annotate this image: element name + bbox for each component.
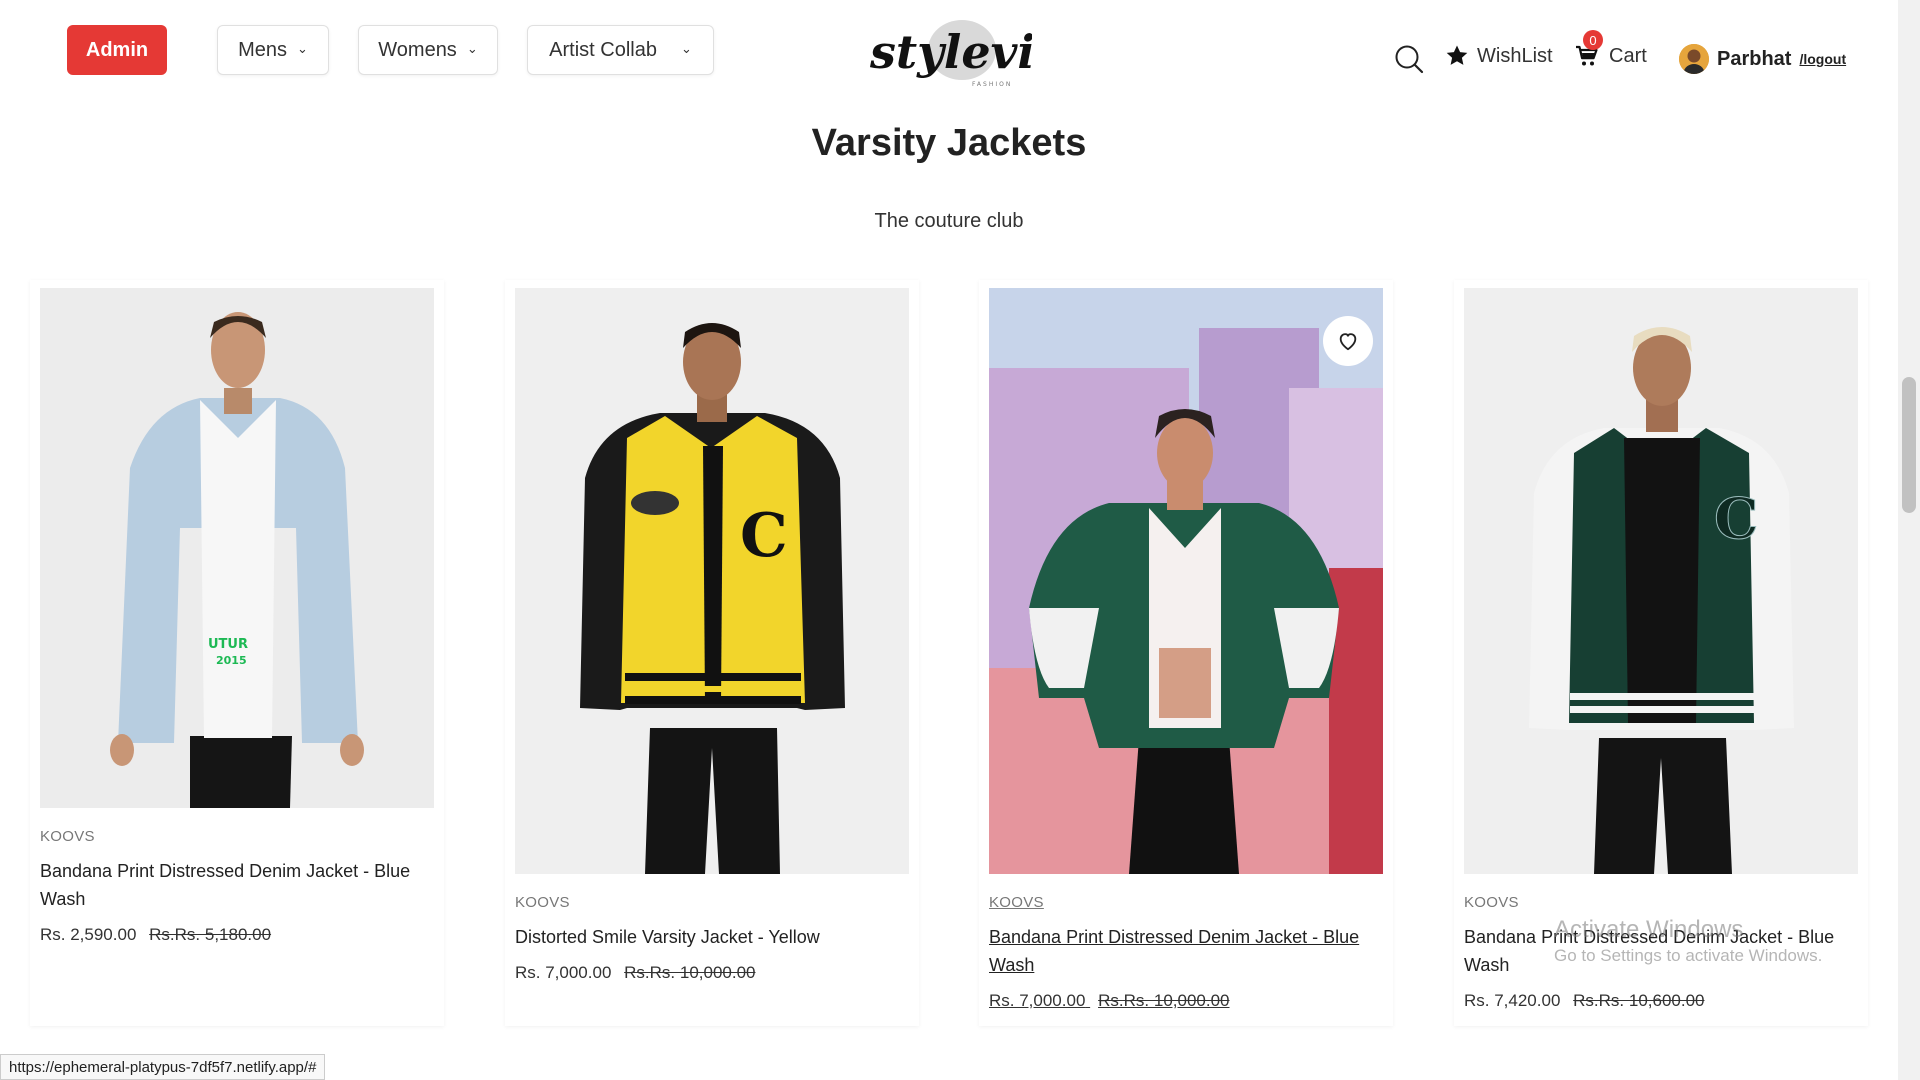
chevron-down-icon: ⌄ [680,41,692,56]
product-old-price: Rs.Rs. 10,000.00 [1098,991,1230,1010]
activate-windows-watermark: Activate Windows Go to Settings to activ… [1554,916,1822,966]
product-price: Rs. 7,000.00 [515,963,612,982]
logout-link[interactable]: /logout [1799,51,1846,67]
svg-text:2015: 2015 [216,654,247,667]
site-logo[interactable]: stylevibe FASHION [862,10,1096,100]
product-card[interactable]: KOOVS Bandana Print Distressed Denim Jac… [979,280,1393,1026]
product-brand: KOOVS [40,828,95,845]
section-subtitle: The couture club [874,210,1024,232]
product-price-row: Rs. 7,000.00 Rs.Rs. 10,000.00 [989,991,1383,1011]
product-old-price: Rs.Rs. 10,000.00 [624,963,756,982]
username: Parbhat [1717,47,1792,70]
product-price: Rs. 2,590.00 [40,925,137,944]
cart-icon-wrap: 0 [1575,30,1603,68]
section-title: Varsity Jackets [811,122,1087,164]
product-image[interactable] [989,288,1383,874]
star-icon [1446,45,1468,65]
cart-link[interactable]: 0 Cart [1575,30,1647,68]
cart-label: Cart [1609,44,1647,67]
search-icon[interactable] [1394,44,1424,74]
user-menu[interactable]: Parbhat /logout [1679,44,1846,74]
chevron-down-icon: ⌄ [297,41,308,56]
wishlist-label: WishList [1477,44,1553,67]
watermark-line-2: Go to Settings to activate Windows. [1554,946,1823,965]
nav-mens-label: Mens [238,38,287,61]
product-price: Rs. 7,420.00 [1464,991,1561,1010]
nav-mens-dropdown[interactable]: Mens ⌄ [217,25,329,75]
product-card[interactable]: UTUR 2015 KOOVS Bandana Print Distressed… [30,280,444,1026]
svg-text:UTUR: UTUR [208,637,248,652]
logo-subtext: FASHION [972,81,1012,88]
product-brand: KOOVS [1464,894,1519,911]
nav-artist-collab-dropdown[interactable]: Artist Collab ⌄ [527,25,714,75]
svg-text:C: C [740,501,788,571]
nav-womens-dropdown[interactable]: Womens ⌄ [358,25,498,75]
page-scrollbar[interactable] [1898,0,1920,1080]
product-name[interactable]: Bandana Print Distressed Denim Jacket - … [40,857,434,913]
product-old-price: Rs.Rs. 10,600.00 [1573,991,1705,1010]
product-price-row: Rs. 7,000.00 Rs.Rs. 10,000.00 [515,963,909,983]
product-name[interactable]: Bandana Print Distressed Denim Jacket - … [989,923,1383,979]
scrollbar-thumb[interactable] [1902,377,1916,513]
wishlist-heart-button[interactable] [1323,316,1373,366]
product-brand: KOOVS [515,894,570,911]
heart-icon [1339,333,1357,351]
product-image[interactable]: UTUR 2015 [40,288,434,808]
svg-text:C: C [1714,486,1759,552]
nav-artist-collab-label: Artist Collab [549,38,657,61]
product-price-row: Rs. 2,590.00 Rs.Rs. 5,180.00 [40,925,434,945]
wishlist-link[interactable]: WishList [1445,44,1553,68]
product-price: Rs. 7,000.00 [989,991,1086,1010]
product-name[interactable]: Distorted Smile Varsity Jacket - Yellow [515,923,909,951]
watermark-line-1: Activate Windows [1554,916,1744,943]
product-brand: KOOVS [989,894,1044,911]
admin-button[interactable]: Admin [67,25,167,75]
cart-count-badge: 0 [1583,30,1603,50]
product-card[interactable]: C KOOVS Bandana Print Distressed Denim J… [1454,280,1868,1026]
chevron-down-icon: ⌄ [466,41,478,56]
logo-text: stylevibe [869,25,1032,79]
product-card[interactable]: C KOOVS Distorted Smile Varsity Jacket -… [505,280,919,1026]
link-status-bar: https://ephemeral-platypus-7df5f7.netlif… [0,1054,326,1080]
product-image[interactable]: C [515,288,909,874]
avatar [1679,44,1709,74]
nav-womens-label: Womens [378,38,457,61]
product-price-row: Rs. 7,420.00 Rs.Rs. 10,600.00 [1464,991,1858,1011]
site-header: Admin Mens ⌄ Womens ⌄ Artist Collab ⌄ st… [0,0,1898,108]
product-image[interactable]: C [1464,288,1858,874]
product-old-price: Rs.Rs. 5,180.00 [149,925,272,944]
